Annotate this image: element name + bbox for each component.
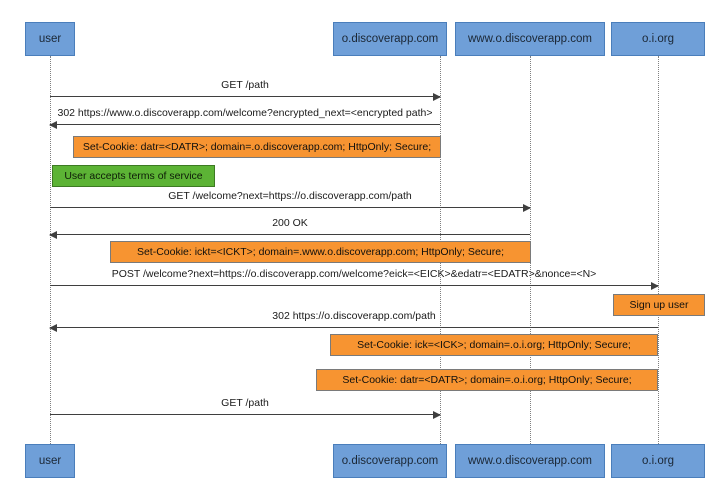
participant-label: o.i.org	[642, 32, 674, 45]
message-arrow-get-path-1	[50, 92, 441, 101]
participant-header-o-discoverapp-com[interactable]: o.discoverapp.com	[333, 22, 447, 56]
participant-label: www.o.discoverapp.com	[468, 32, 592, 45]
message-label-get-path-1: GET /path	[221, 79, 269, 91]
note-label: Set-Cookie: ickt=<ICKT>; domain=.www.o.d…	[136, 246, 505, 258]
participant-label: o.discoverapp.com	[341, 32, 439, 45]
message-arrow-get-path-2	[50, 410, 441, 419]
note-sign-up-user: Sign up user	[613, 294, 705, 316]
message-arrow-302-welcome-encrypted-next	[49, 120, 440, 129]
arrowhead-icon	[651, 281, 659, 290]
lifeline-o-i-org	[658, 56, 659, 446]
note-set-cookie-ick-oiorg: Set-Cookie: ick=<ICK>; domain=.o.i.org; …	[330, 334, 658, 356]
participant-label: user	[38, 454, 62, 467]
note-user-accepts-terms: User accepts terms of service	[52, 165, 215, 187]
note-set-cookie-datr-discoverapp: Set-Cookie: datr=<DATR>; domain=.o.disco…	[73, 136, 441, 158]
arrowhead-icon	[49, 323, 57, 332]
sequence-diagram: user o.discoverapp.com www.o.discoverapp…	[0, 0, 728, 500]
participant-label: user	[38, 32, 62, 45]
participant-footer-www-o-discoverapp-com[interactable]: www.o.discoverapp.com	[455, 444, 605, 478]
participant-label: o.i.org	[642, 454, 674, 467]
participant-header-o-i-org[interactable]: o.i.org	[611, 22, 705, 56]
note-label: Set-Cookie: datr=<DATR>; domain=.o.disco…	[82, 141, 432, 153]
note-label: Sign up user	[629, 299, 689, 311]
participant-footer-o-discoverapp-com[interactable]: o.discoverapp.com	[333, 444, 447, 478]
note-label: Set-Cookie: ick=<ICK>; domain=.o.i.org; …	[357, 339, 631, 351]
message-label-302-welcome-encrypted-next: 302 https://www.o.discoverapp.com/welcom…	[57, 107, 433, 119]
message-label-get-welcome-next: GET /welcome?next=https://o.discoverapp.…	[168, 190, 412, 202]
participant-label: www.o.discoverapp.com	[468, 454, 592, 467]
arrowhead-icon	[433, 410, 441, 419]
message-arrow-get-welcome-next	[50, 203, 531, 212]
participant-footer-user[interactable]: user	[25, 444, 75, 478]
note-set-cookie-datr-oiorg: Set-Cookie: datr=<DATR>; domain=.o.i.org…	[316, 369, 658, 391]
arrowhead-icon	[49, 230, 57, 239]
message-label-get-path-2: GET /path	[221, 397, 269, 409]
note-label: Set-Cookie: datr=<DATR>; domain=.o.i.org…	[342, 374, 632, 386]
message-arrow-200-ok	[49, 230, 530, 239]
participant-label: o.discoverapp.com	[341, 454, 439, 467]
message-arrow-302-o-discoverapp-path	[49, 323, 658, 332]
note-set-cookie-ickt-www-discoverapp: Set-Cookie: ickt=<ICKT>; domain=.www.o.d…	[110, 241, 531, 263]
arrowhead-icon	[433, 92, 441, 101]
participant-header-user[interactable]: user	[25, 22, 75, 56]
participant-header-www-o-discoverapp-com[interactable]: www.o.discoverapp.com	[455, 22, 605, 56]
message-label-post-welcome: POST /welcome?next=https://o.discoverapp…	[111, 268, 597, 280]
arrowhead-icon	[49, 120, 57, 129]
arrowhead-icon	[523, 203, 531, 212]
message-label-302-o-discoverapp-path: 302 https://o.discoverapp.com/path	[272, 310, 436, 322]
message-arrow-post-welcome	[50, 281, 659, 290]
message-label-200-ok: 200 OK	[272, 217, 308, 229]
participant-footer-o-i-org[interactable]: o.i.org	[611, 444, 705, 478]
note-label: User accepts terms of service	[64, 170, 203, 182]
